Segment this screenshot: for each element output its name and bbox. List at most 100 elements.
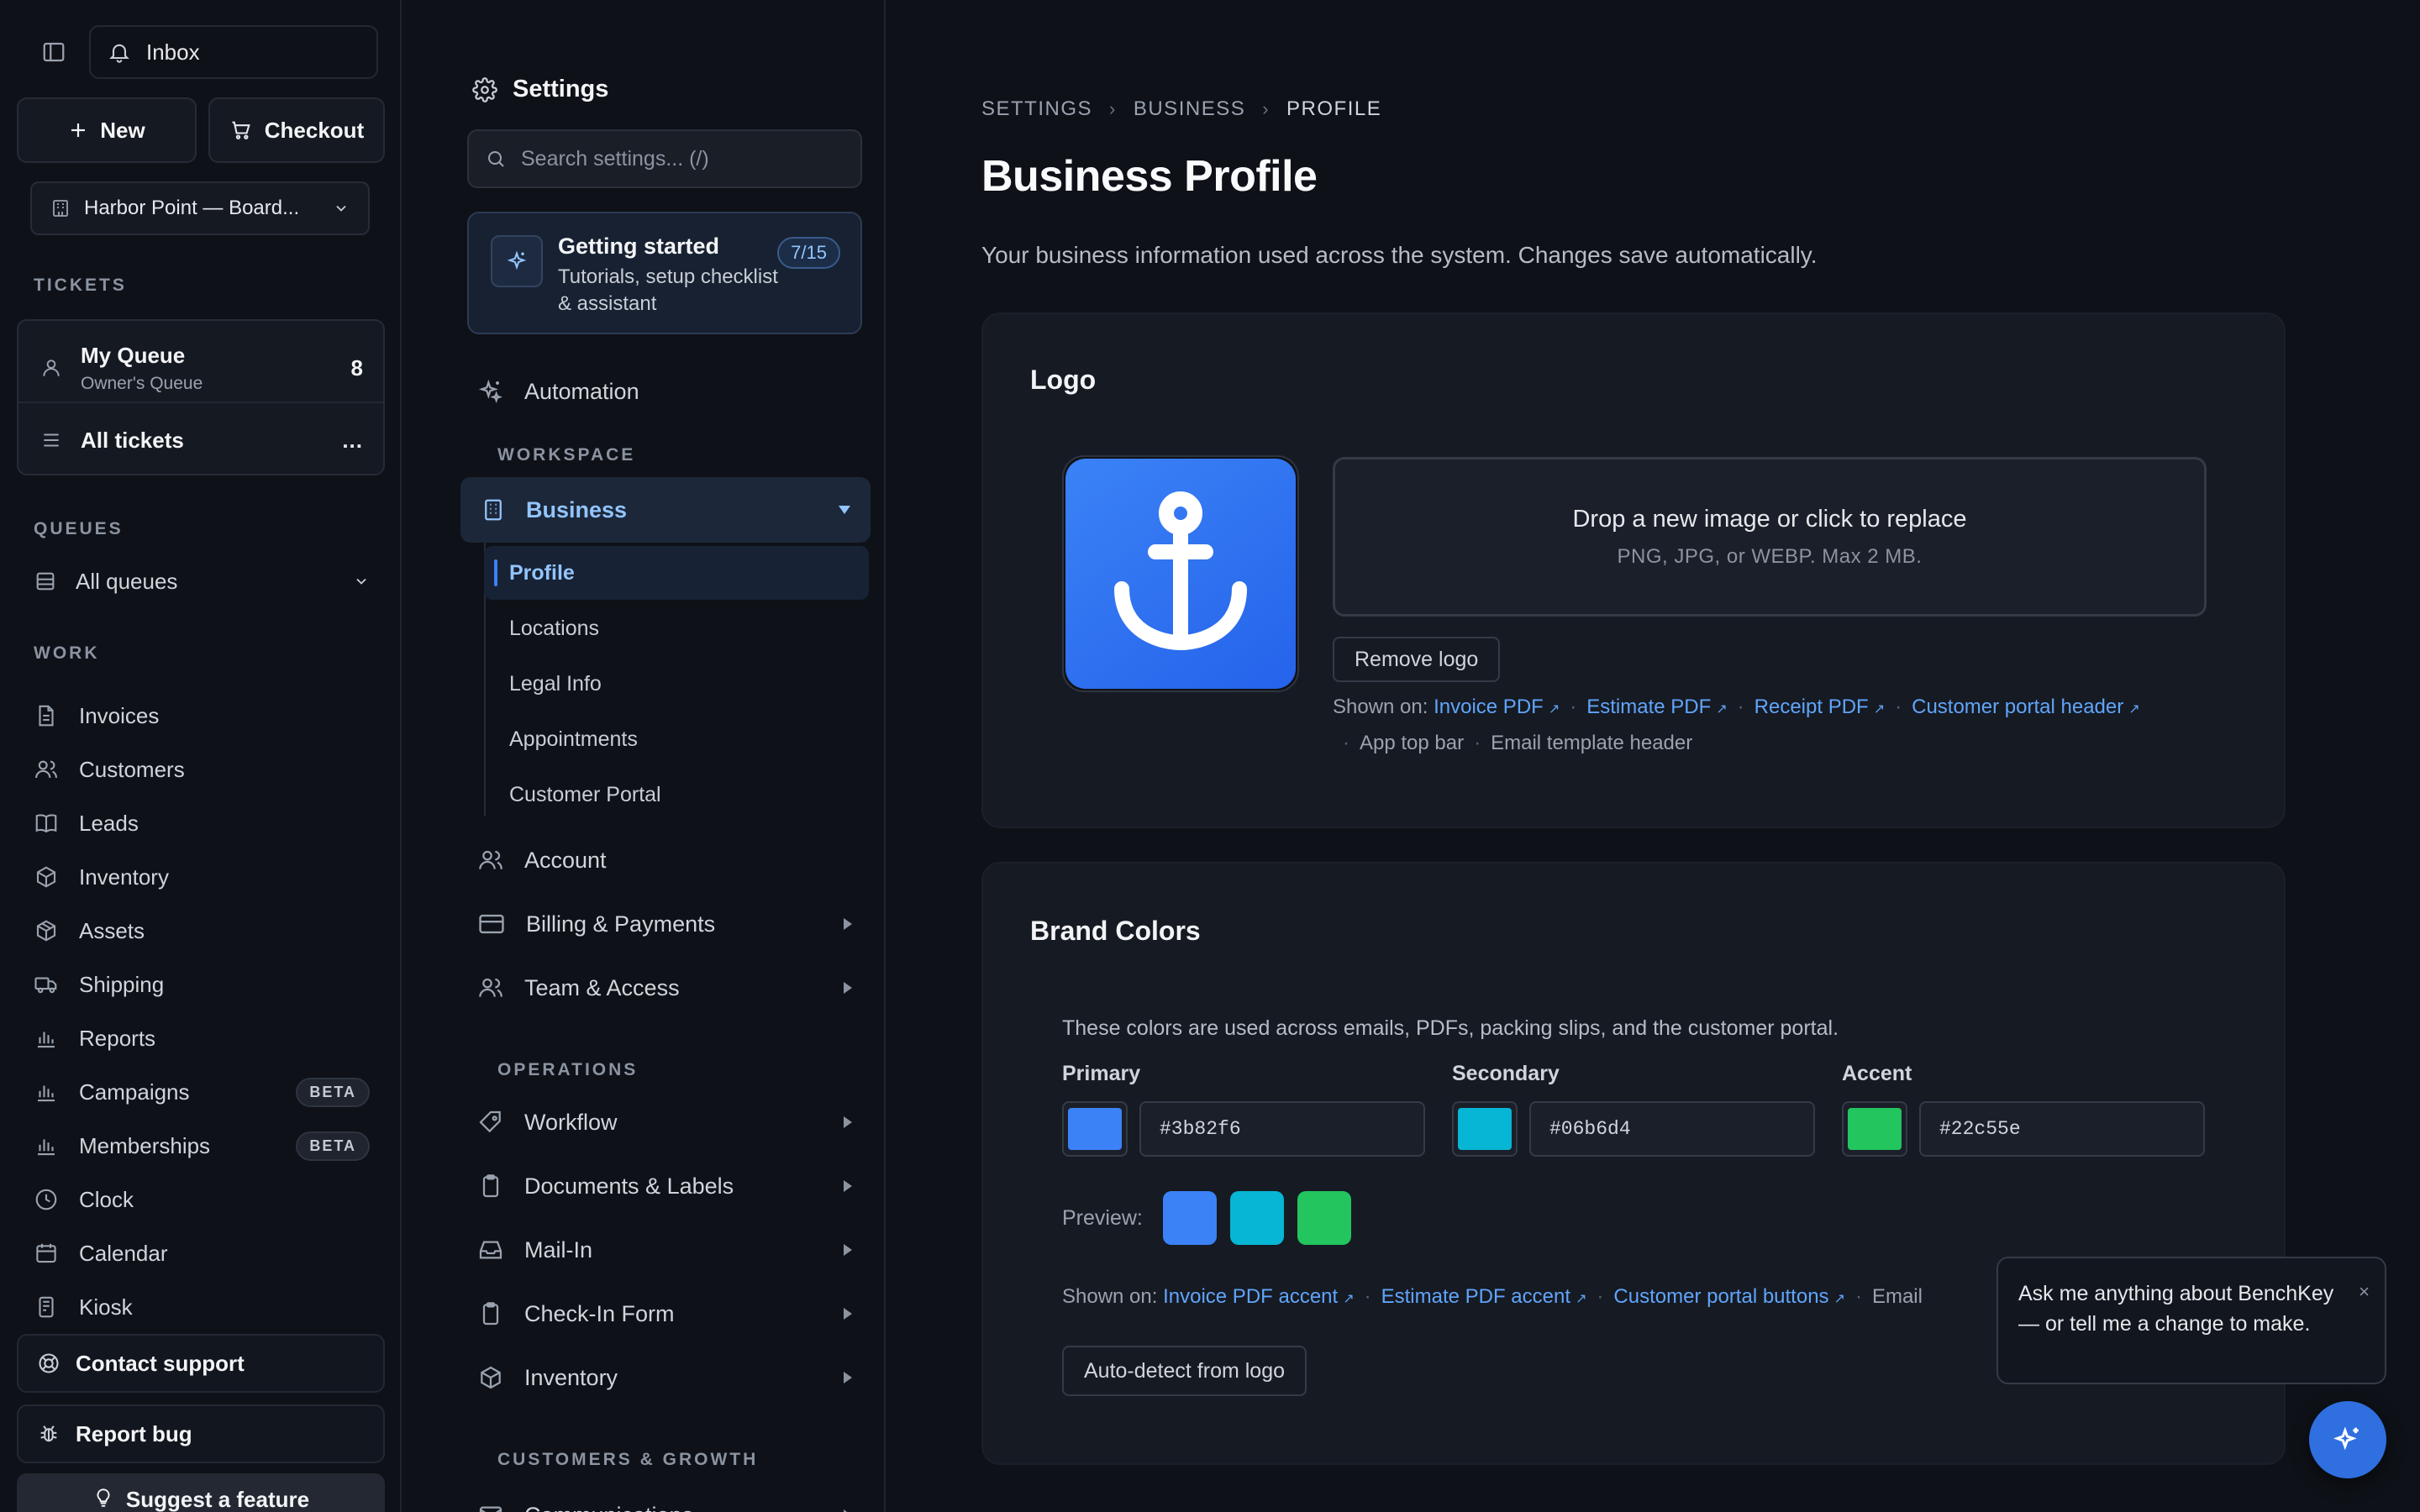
lightbulb-icon — [97, 1488, 110, 1507]
color-picker-accent[interactable] — [1842, 1101, 1907, 1157]
business-subitem-legal-info[interactable]: Legal Info — [484, 657, 869, 711]
separator-dot: · — [1737, 696, 1744, 718]
color-label-accent: Accent — [1842, 1062, 1912, 1085]
business-subitem-locations[interactable]: Locations — [484, 601, 869, 655]
business-subitem-appointments[interactable]: Appointments — [484, 712, 869, 766]
organization-switcher[interactable]: Harbor Point — Board... — [30, 181, 370, 235]
all-tickets-item[interactable]: All tickets ... — [18, 402, 383, 477]
all-tickets-text: All tickets — [81, 428, 342, 454]
color-hex-input-primary[interactable] — [1139, 1101, 1425, 1157]
report-bug-label: Report bug — [76, 1420, 192, 1446]
beta-badge: BETA — [296, 1131, 370, 1161]
page-title: Business Profile — [981, 152, 1318, 201]
remove-logo-button[interactable]: Remove logo — [1333, 637, 1501, 682]
breadcrumb-business[interactable]: BUSINESS — [1134, 97, 1245, 121]
sidebar-item-reports[interactable]: Reports — [34, 1011, 370, 1065]
settings-item-documents-labels[interactable]: Documents & Labels — [477, 1163, 864, 1210]
panel-left-icon — [43, 42, 65, 62]
sidebar-actions: New Checkout — [17, 97, 385, 163]
settings-search-input[interactable] — [521, 146, 840, 171]
shown-on-link[interactable]: Estimate PDF ↗ — [1586, 696, 1727, 718]
sidebar-item-shipping[interactable]: Shipping — [34, 958, 370, 1011]
file-icon — [39, 705, 54, 727]
contact-support-button[interactable]: Contact support — [17, 1334, 385, 1393]
settings-item-billing-label: Billing & Payments — [526, 911, 716, 937]
new-label: New — [100, 117, 145, 143]
shown-on-text: Email — [1871, 1285, 1923, 1308]
organization-name: Harbor Point — Board... — [84, 197, 300, 219]
settings-item-account[interactable]: Account — [477, 837, 864, 884]
shown-on-link[interactable]: Estimate PDF accent ↗ — [1381, 1285, 1587, 1308]
my-queue-item[interactable]: My Queue Owner's Queue 8 — [18, 336, 383, 400]
shown-on-link[interactable]: Receipt PDF ↗ — [1754, 696, 1885, 718]
settings-item-mail-in[interactable]: Mail-In — [477, 1226, 864, 1273]
sidebar-item-memberships[interactable]: Memberships BETA — [34, 1119, 370, 1173]
tickets-card: My Queue Owner's Queue 8 All tickets ... — [17, 319, 385, 475]
business-subitem-profile[interactable]: Profile — [484, 546, 869, 600]
suggest-feature-button[interactable]: Suggest a feature — [17, 1473, 385, 1512]
external-link-icon: ↗ — [1716, 702, 1728, 717]
color-hex-input-accent[interactable] — [1919, 1101, 2205, 1157]
auto-detect-button[interactable]: Auto-detect from logo — [1062, 1346, 1307, 1396]
sidebar-item-assets[interactable]: Assets — [34, 904, 370, 958]
report-bug-button[interactable]: Report bug — [17, 1404, 385, 1463]
shown-on-link[interactable]: Customer portal buttons ↗ — [1613, 1285, 1845, 1308]
checkout-button[interactable]: Checkout — [208, 97, 385, 163]
building-icon — [485, 499, 502, 521]
assistant-fab-button[interactable] — [2309, 1401, 2386, 1478]
settings-item-automation[interactable]: Automation — [477, 368, 864, 415]
sidebar-toggle-button[interactable] — [34, 32, 74, 72]
gear-icon — [472, 76, 497, 102]
settings-item-business[interactable]: Business — [460, 477, 871, 543]
settings-nav: Settings Getting started Tutorials, setu… — [403, 0, 886, 1512]
settings-item-team[interactable]: Team & Access — [477, 964, 864, 1011]
caret-right-icon — [844, 982, 852, 994]
color-preview-row: Preview: — [1062, 1191, 1351, 1245]
settings-item-inventory[interactable]: Inventory — [477, 1354, 864, 1401]
shown-on-label: Shown on: — [1062, 1285, 1158, 1308]
settings-item-check-in-form[interactable]: Check-In Form — [477, 1290, 864, 1337]
sidebar-item-campaigns[interactable]: Campaigns BETA — [34, 1065, 370, 1119]
caret-right-icon — [844, 1180, 852, 1192]
preview-swatch-primary — [1162, 1191, 1217, 1245]
list-icon — [44, 433, 59, 447]
work-section-title: WORK — [34, 643, 100, 663]
suggest-feature-label: Suggest a feature — [125, 1487, 310, 1512]
sidebar-item-kiosk[interactable]: Kiosk — [34, 1280, 370, 1334]
sidebar-item-customers[interactable]: Customers — [34, 743, 370, 796]
sidebar-item-leads[interactable]: Leads — [34, 796, 370, 850]
settings-item-automation-label: Automation — [524, 378, 639, 404]
sidebar-item-label: Clock — [79, 1186, 134, 1212]
new-button[interactable]: New — [17, 97, 197, 163]
sidebar-item-calendar[interactable]: Calendar — [34, 1226, 370, 1280]
settings-item-billing[interactable]: Billing & Payments — [477, 900, 864, 948]
settings-item-workflow[interactable]: Workflow — [477, 1099, 864, 1146]
logo-card-title: Logo — [1030, 365, 1097, 395]
color-picker-primary[interactable] — [1062, 1101, 1128, 1157]
color-picker-secondary[interactable] — [1452, 1101, 1518, 1157]
settings-item-label: Documents & Labels — [524, 1173, 734, 1199]
shown-on-label: Shown on: — [1333, 696, 1428, 718]
business-subitem-customer-portal[interactable]: Customer Portal — [484, 768, 869, 822]
logo-dropzone[interactable]: Drop a new image or click to replace PNG… — [1333, 457, 2207, 617]
all-tickets-more-button[interactable]: ... — [342, 428, 363, 454]
getting-started-card[interactable]: Getting started Tutorials, setup checkli… — [467, 212, 862, 334]
tag-icon — [479, 1110, 501, 1133]
sidebar-item-label: Campaigns — [79, 1079, 190, 1105]
sidebar-item-inventory[interactable]: Inventory — [34, 850, 370, 904]
shown-on-link[interactable]: Invoice PDF accent ↗ — [1163, 1285, 1355, 1308]
sidebar-item-clock[interactable]: Clock — [34, 1173, 370, 1226]
settings-item-communications[interactable]: Communications — [477, 1492, 864, 1512]
shown-on-link[interactable]: Invoice PDF ↗ — [1434, 696, 1560, 718]
business-subnav: Profile Locations Legal Info Appointments Cu… — [484, 543, 871, 816]
all-queues-item[interactable]: All queues — [34, 563, 370, 600]
shown-on-link[interactable]: Customer portal header ↗ — [1912, 696, 2140, 718]
breadcrumb-settings[interactable]: SETTINGS — [981, 97, 1092, 121]
sidebar-item-label: Customers — [79, 756, 185, 782]
sidebar-item-invoices[interactable]: Invoices — [34, 689, 370, 743]
assistant-popup: Ask me anything about BenchKey — or tell… — [1996, 1257, 2386, 1384]
sidebar-item-label: Memberships — [79, 1132, 211, 1158]
inbox-button[interactable]: Inbox — [89, 25, 378, 79]
color-hex-input-secondary[interactable] — [1529, 1101, 1815, 1157]
assistant-close-button[interactable]: × — [2359, 1277, 2370, 1307]
